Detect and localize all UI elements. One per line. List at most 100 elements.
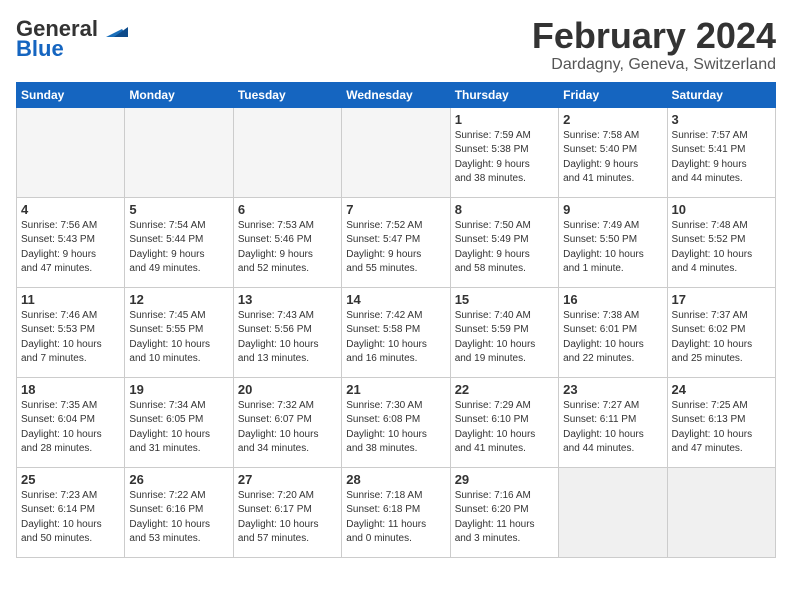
day-number: 10	[672, 202, 771, 217]
day-info: Sunrise: 7:16 AM Sunset: 6:20 PM Dayligh…	[455, 489, 554, 547]
calendar-cell: 8 Sunrise: 7:50 AM Sunset: 5:49 PM Daylig…	[450, 197, 558, 287]
day-info: Sunrise: 7:34 AM Sunset: 6:05 PM Dayligh…	[129, 399, 228, 457]
day-number: 20	[238, 382, 337, 397]
title-block: February 2024 Dardagny, Geneva, Switzerl…	[532, 16, 776, 74]
day-number: 17	[672, 292, 771, 307]
day-number: 27	[238, 472, 337, 487]
day-info: Sunrise: 7:18 AM Sunset: 6:18 PM Dayligh…	[346, 489, 445, 547]
calendar-cell: 12 Sunrise: 7:45 AM Sunset: 5:55 PM Dayli…	[125, 287, 233, 377]
day-number: 4	[21, 202, 120, 217]
day-info: Sunrise: 7:49 AM Sunset: 5:50 PM Dayligh…	[563, 219, 662, 277]
calendar-cell: 25 Sunrise: 7:23 AM Sunset: 6:14 PM Dayli…	[17, 467, 125, 557]
calendar-cell	[125, 107, 233, 197]
calendar-cell: 6 Sunrise: 7:53 AM Sunset: 5:46 PM Daylig…	[233, 197, 341, 287]
day-number: 7	[346, 202, 445, 217]
calendar-cell: 24 Sunrise: 7:25 AM Sunset: 6:13 PM Dayli…	[667, 377, 775, 467]
day-info: Sunrise: 7:56 AM Sunset: 5:43 PM Dayligh…	[21, 219, 120, 277]
page-header: General Blue February 2024 Dardagny, Gen…	[16, 16, 776, 74]
day-header-sunday: Sunday	[17, 82, 125, 107]
day-header-thursday: Thursday	[450, 82, 558, 107]
calendar-cell: 21 Sunrise: 7:30 AM Sunset: 6:08 PM Dayli…	[342, 377, 450, 467]
day-number: 21	[346, 382, 445, 397]
calendar-cell: 2 Sunrise: 7:58 AM Sunset: 5:40 PM Daylig…	[559, 107, 667, 197]
calendar-cell	[17, 107, 125, 197]
calendar-cell	[667, 467, 775, 557]
calendar-title: February 2024	[532, 16, 776, 56]
day-info: Sunrise: 7:29 AM Sunset: 6:10 PM Dayligh…	[455, 399, 554, 457]
calendar-cell: 1Sunrise: 7:59 AM Sunset: 5:38 PM Daylig…	[450, 107, 558, 197]
day-info: Sunrise: 7:48 AM Sunset: 5:52 PM Dayligh…	[672, 219, 771, 277]
calendar-cell: 4 Sunrise: 7:56 AM Sunset: 5:43 PM Daylig…	[17, 197, 125, 287]
day-info: Sunrise: 7:53 AM Sunset: 5:46 PM Dayligh…	[238, 219, 337, 277]
day-info: Sunrise: 7:43 AM Sunset: 5:56 PM Dayligh…	[238, 309, 337, 367]
day-number: 22	[455, 382, 554, 397]
calendar-cell: 26 Sunrise: 7:22 AM Sunset: 6:16 PM Dayli…	[125, 467, 233, 557]
day-number: 14	[346, 292, 445, 307]
calendar-cell: 28 Sunrise: 7:18 AM Sunset: 6:18 PM Dayli…	[342, 467, 450, 557]
day-info: Sunrise: 7:37 AM Sunset: 6:02 PM Dayligh…	[672, 309, 771, 367]
logo-blue-text: Blue	[16, 36, 64, 62]
calendar-cell	[233, 107, 341, 197]
calendar-cell: 3 Sunrise: 7:57 AM Sunset: 5:41 PM Daylig…	[667, 107, 775, 197]
day-number: 9	[563, 202, 662, 217]
day-number: 18	[21, 382, 120, 397]
day-info: Sunrise: 7:45 AM Sunset: 5:55 PM Dayligh…	[129, 309, 228, 367]
calendar-subtitle: Dardagny, Geneva, Switzerland	[532, 56, 776, 74]
calendar-cell: 29 Sunrise: 7:16 AM Sunset: 6:20 PM Dayli…	[450, 467, 558, 557]
day-info: Sunrise: 7:50 AM Sunset: 5:49 PM Dayligh…	[455, 219, 554, 277]
day-info: Sunrise: 7:42 AM Sunset: 5:58 PM Dayligh…	[346, 309, 445, 367]
day-info: Sunrise: 7:35 AM Sunset: 6:04 PM Dayligh…	[21, 399, 120, 457]
calendar-cell: 13 Sunrise: 7:43 AM Sunset: 5:56 PM Dayli…	[233, 287, 341, 377]
calendar-cell: 23 Sunrise: 7:27 AM Sunset: 6:11 PM Dayli…	[559, 377, 667, 467]
day-number: 19	[129, 382, 228, 397]
calendar-cell: 7 Sunrise: 7:52 AM Sunset: 5:47 PM Daylig…	[342, 197, 450, 287]
calendar-cell: 17 Sunrise: 7:37 AM Sunset: 6:02 PM Dayli…	[667, 287, 775, 377]
day-number: 12	[129, 292, 228, 307]
calendar-cell	[559, 467, 667, 557]
day-info: Sunrise: 7:52 AM Sunset: 5:47 PM Dayligh…	[346, 219, 445, 277]
calendar-cell	[342, 107, 450, 197]
day-number: 2	[563, 112, 662, 127]
day-header-wednesday: Wednesday	[342, 82, 450, 107]
calendar-cell: 15 Sunrise: 7:40 AM Sunset: 5:59 PM Dayli…	[450, 287, 558, 377]
calendar-cell: 10 Sunrise: 7:48 AM Sunset: 5:52 PM Dayli…	[667, 197, 775, 287]
calendar-cell: 20 Sunrise: 7:32 AM Sunset: 6:07 PM Dayli…	[233, 377, 341, 467]
day-number: 11	[21, 292, 120, 307]
day-info: Sunrise: 7:30 AM Sunset: 6:08 PM Dayligh…	[346, 399, 445, 457]
day-info: Sunrise: 7:32 AM Sunset: 6:07 PM Dayligh…	[238, 399, 337, 457]
day-number: 24	[672, 382, 771, 397]
calendar-cell: 5 Sunrise: 7:54 AM Sunset: 5:44 PM Daylig…	[125, 197, 233, 287]
logo-icon	[100, 19, 128, 39]
day-number: 16	[563, 292, 662, 307]
day-info: Sunrise: 7:27 AM Sunset: 6:11 PM Dayligh…	[563, 399, 662, 457]
calendar-cell: 11Sunrise: 7:46 AM Sunset: 5:53 PM Dayli…	[17, 287, 125, 377]
day-info: Sunrise: 7:25 AM Sunset: 6:13 PM Dayligh…	[672, 399, 771, 457]
day-number: 8	[455, 202, 554, 217]
calendar-cell: 22 Sunrise: 7:29 AM Sunset: 6:10 PM Dayli…	[450, 377, 558, 467]
day-header-tuesday: Tuesday	[233, 82, 341, 107]
calendar-cell: 14 Sunrise: 7:42 AM Sunset: 5:58 PM Dayli…	[342, 287, 450, 377]
day-number: 13	[238, 292, 337, 307]
day-number: 15	[455, 292, 554, 307]
day-number: 5	[129, 202, 228, 217]
day-number: 28	[346, 472, 445, 487]
day-number: 1	[455, 112, 554, 127]
day-info: Sunrise: 7:22 AM Sunset: 6:16 PM Dayligh…	[129, 489, 228, 547]
day-info: Sunrise: 7:23 AM Sunset: 6:14 PM Dayligh…	[21, 489, 120, 547]
day-header-friday: Friday	[559, 82, 667, 107]
day-number: 6	[238, 202, 337, 217]
day-number: 23	[563, 382, 662, 397]
day-number: 3	[672, 112, 771, 127]
day-info: Sunrise: 7:57 AM Sunset: 5:41 PM Dayligh…	[672, 129, 771, 187]
day-header-saturday: Saturday	[667, 82, 775, 107]
logo: General Blue	[16, 16, 128, 62]
day-header-monday: Monday	[125, 82, 233, 107]
day-number: 25	[21, 472, 120, 487]
day-info: Sunrise: 7:54 AM Sunset: 5:44 PM Dayligh…	[129, 219, 228, 277]
calendar-cell: 27Sunrise: 7:20 AM Sunset: 6:17 PM Dayli…	[233, 467, 341, 557]
day-info: Sunrise: 7:58 AM Sunset: 5:40 PM Dayligh…	[563, 129, 662, 187]
day-info: Sunrise: 7:38 AM Sunset: 6:01 PM Dayligh…	[563, 309, 662, 367]
day-number: 29	[455, 472, 554, 487]
day-number: 26	[129, 472, 228, 487]
day-info: Sunrise: 7:40 AM Sunset: 5:59 PM Dayligh…	[455, 309, 554, 367]
